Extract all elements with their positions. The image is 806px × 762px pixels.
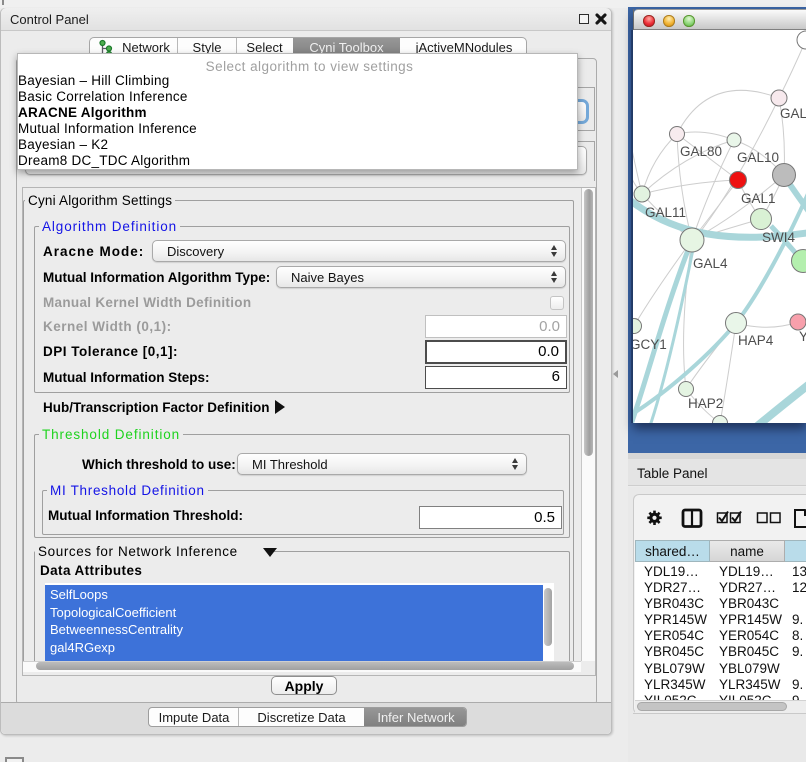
svg-text:SWI4: SWI4 (762, 230, 795, 245)
svg-text:GCY1: GCY1 (633, 337, 667, 352)
svg-text:GAL10: GAL10 (737, 150, 779, 165)
svg-text:Y: Y (799, 329, 806, 344)
svg-text:HAP4: HAP4 (738, 333, 774, 348)
svg-text:HAP2: HAP2 (688, 396, 723, 411)
svg-text:GAL4: GAL4 (693, 256, 728, 271)
svg-text:GAL7: GAL7 (780, 106, 806, 121)
svg-text:GAL1: GAL1 (741, 191, 776, 206)
svg-text:GAL11: GAL11 (645, 205, 686, 220)
svg-text:GAL80: GAL80 (680, 144, 722, 159)
